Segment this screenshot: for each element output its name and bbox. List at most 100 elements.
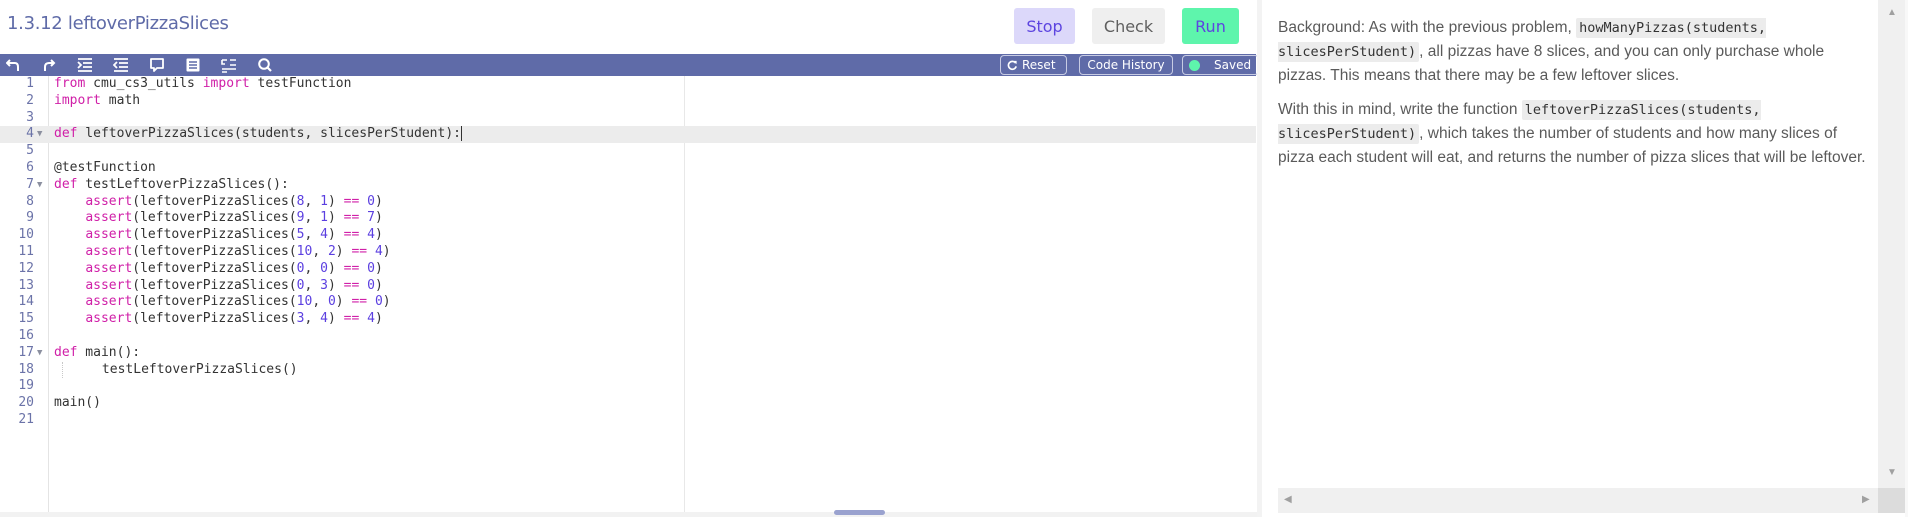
indent-icon[interactable] [74,54,96,76]
code-line[interactable]: 1 from cmu_cs3_utils import testFunction [0,76,1256,93]
code-line[interactable]: 7 ▼ def testLeftoverPizzaSlices(): [0,177,1256,194]
redo-icon[interactable] [38,54,60,76]
reset-button[interactable]: Reset [1000,55,1067,75]
operator-token: == [343,277,360,293]
code-text: assert(leftoverPizzaSlices(3, 4) == 4) [54,311,383,328]
horizontal-scrollbar[interactable]: ◀ ▶ [1278,488,1878,513]
run-button[interactable]: Run [1182,8,1239,44]
scroll-down-icon[interactable]: ▼ [1887,468,1897,478]
code-line[interactable]: 10 assert(leftoverPizzaSlices(5, 4) == 4… [0,227,1256,244]
code-token: ) [374,311,383,327]
code-text: assert(leftoverPizzaSlices(0, 0) == 0) [54,260,382,278]
number-token: 0 [367,193,375,209]
stop-button[interactable]: Stop [1014,8,1075,44]
code-token: ) [382,294,391,310]
code-line[interactable]: 12 assert(leftoverPizzaSlices(0, 0) == 0… [0,261,1256,278]
fold-toggle-icon[interactable]: ▼ [37,345,45,362]
operator-token: == [343,260,360,276]
code-line[interactable]: 15 assert(leftoverPizzaSlices(3, 4) == 4… [0,311,1256,328]
code-editor[interactable]: 1 from cmu_cs3_utils import testFunction 2… [0,76,1256,512]
scroll-left-icon[interactable]: ◀ [1284,495,1292,505]
code-token: ) [374,277,383,293]
code-token: ) [327,277,344,293]
fold-toggle-icon[interactable]: ▼ [37,177,45,194]
code-line[interactable]: 9 assert(leftoverPizzaSlices(9, 1) == 7) [0,210,1256,227]
code-line[interactable]: 14 assert(leftoverPizzaSlices(10, 0) == … [0,294,1256,311]
code-text: def main(): [54,345,140,362]
code-token: ) [335,243,352,259]
description-text: With this in mind, write the function [1278,101,1522,118]
line-number: 7 [26,176,34,192]
problem-description: Background: As with the previous problem… [1278,16,1870,180]
code-token: (leftoverPizzaSlices( [132,260,297,276]
number-token: 4 [320,227,328,243]
code-text: assert(leftoverPizzaSlices(9, 1) == 7) [54,210,383,227]
code-token: (leftoverPizzaSlices( [132,210,297,226]
code-line[interactable]: 6 @testFunction [0,160,1256,177]
wrap-icon[interactable] [218,54,240,76]
code-text: def leftoverPizzaSlices(students, slices… [54,126,462,143]
code-token: cmu_cs3_utils [85,76,203,91]
saved-status-button[interactable]: Saved [1182,55,1259,75]
code-line[interactable]: 11 assert(leftoverPizzaSlices(10, 2) == … [0,244,1256,261]
scroll-right-icon[interactable]: ▶ [1862,495,1870,505]
line-number: 6 [26,159,34,175]
keyword-token: assert [85,311,133,327]
format-icon[interactable] [182,54,204,76]
number-token: 7 [367,210,375,226]
code-text: assert(leftoverPizzaSlices(10, 0) == 0) [54,294,391,311]
scroll-up-icon[interactable]: ▲ [1887,8,1897,18]
code-line[interactable]: 5 [0,143,1256,160]
vertical-scrollbar[interactable]: ▲ ▼ [1878,0,1905,488]
fold-toggle-icon[interactable]: ▼ [37,126,45,143]
text-cursor [461,126,462,142]
code-line[interactable]: 8 assert(leftoverPizzaSlices(8, 1) == 0) [0,194,1256,211]
code-line[interactable]: 4 ▼ def leftoverPizzaSlices(students, slic… [0,126,1256,144]
code-token: ) [374,210,383,226]
code-token: main() [54,395,101,411]
code-text: import math [54,93,140,110]
code-line[interactable]: 13 assert(leftoverPizzaSlices(0, 3) == 0… [0,278,1256,295]
code-line[interactable]: 19 [0,378,1256,395]
outdent-icon[interactable] [110,54,132,76]
search-icon[interactable] [254,54,276,76]
resize-handle[interactable] [834,510,885,515]
code-text: def testLeftoverPizzaSlices(): [54,177,289,194]
line-number: 13 [18,277,34,293]
keyword-token: import [202,76,250,91]
code-line[interactable]: 18 testLeftoverPizzaSlices() [0,361,1256,379]
code-token: testLeftoverPizzaSlices(): [77,176,289,192]
line-number: 18 [18,361,34,377]
code-token: math [100,92,141,108]
code-history-button[interactable]: Code History [1079,55,1173,75]
code-line[interactable]: 16 [0,328,1256,345]
line-number: 14 [18,294,34,310]
code-line[interactable]: 17 ▼ def main(): [0,345,1256,362]
comment-icon[interactable] [146,54,168,76]
code-line[interactable]: 21 [0,412,1256,429]
code-lines[interactable]: 1 from cmu_cs3_utils import testFunction 2… [0,76,1256,429]
line-number: 20 [18,395,34,411]
line-number: 5 [26,143,34,159]
code-token: ) [374,193,383,209]
code-line[interactable]: 3 [0,110,1256,127]
code-line[interactable]: 20 main() [0,395,1256,412]
undo-icon[interactable] [3,54,25,76]
code-token: ) [327,311,344,327]
number-token: 0 [367,260,375,276]
line-number: 19 [18,378,34,394]
code-text: from cmu_cs3_utils import testFunction [54,76,351,93]
check-button[interactable]: Check [1092,8,1165,44]
code-line[interactable]: 2 import math [0,93,1256,110]
